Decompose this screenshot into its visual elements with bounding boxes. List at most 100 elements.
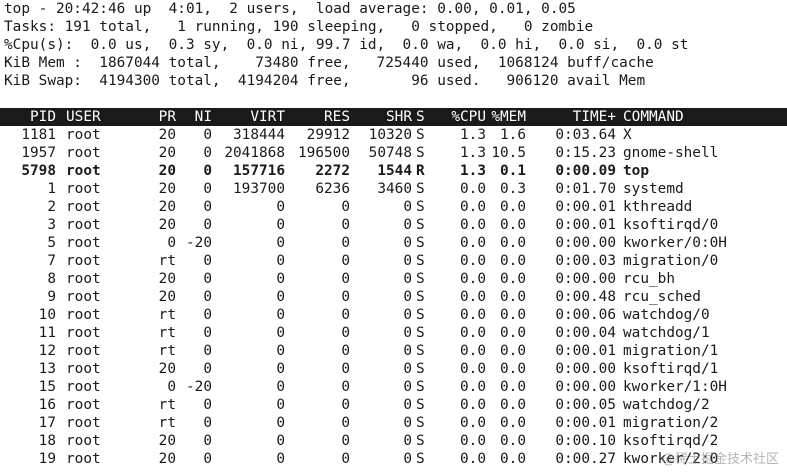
process-pr: 20 xyxy=(158,289,176,305)
process-user: root xyxy=(66,433,101,449)
uptime-line: top - 20:42:46 up 4:01, 2 users, load av… xyxy=(4,1,576,17)
process-cpu: 0.0 xyxy=(460,325,486,341)
process-time: 0:00.05 xyxy=(555,397,616,413)
process-row[interactable]: 9 root 20 0 0 0 0 S 0.0 0.0 0:00.48 rcu_sched xyxy=(4,288,787,306)
process-row[interactable]: 1181 root 20 0 318444 29912 10320 S 1.3 1.6 0:03.6… xyxy=(4,126,787,144)
process-virt: 193700 xyxy=(233,181,285,197)
process-row[interactable]: 12 root rt 0 0 0 0 S 0.0 0.0 0:00.01 migration/1 xyxy=(4,342,787,360)
process-pid: 5798 xyxy=(21,163,56,179)
col-cpu[interactable]: %CPU xyxy=(434,108,486,126)
process-command: migration/0 xyxy=(623,253,719,269)
process-shr: 0 xyxy=(403,271,412,287)
process-cpu: 0.0 xyxy=(460,271,486,287)
process-res: 0 xyxy=(341,451,350,467)
process-pid: 18 xyxy=(38,433,56,449)
process-pid: 3 xyxy=(47,217,56,233)
process-user: root xyxy=(66,127,101,143)
process-res: 0 xyxy=(341,217,350,233)
process-s: S xyxy=(416,289,425,305)
process-time: 0:01.70 xyxy=(555,181,616,197)
process-s: S xyxy=(416,361,425,377)
process-pid: 10 xyxy=(38,307,56,323)
process-row[interactable]: 17 root rt 0 0 0 0 S 0.0 0.0 0:00.01 migration/2 xyxy=(4,414,787,432)
process-row[interactable]: 13 root 20 0 0 0 0 S 0.0 0.0 0:00.00 ksoftirqd/1 xyxy=(4,360,787,378)
process-mem: 0.0 xyxy=(500,415,526,431)
process-res: 0 xyxy=(341,289,350,305)
process-user: root xyxy=(66,163,101,179)
col-s[interactable]: S xyxy=(416,108,430,126)
process-row[interactable]: 15 root 0 -20 0 0 0 S 0.0 0.0 0:00.00 kworker/1:0H xyxy=(4,378,787,396)
process-s: S xyxy=(416,181,425,197)
process-shr: 0 xyxy=(403,199,412,215)
tasks-line: Tasks: 191 total, 1 running, 190 sleepin… xyxy=(4,19,594,35)
process-shr: 0 xyxy=(403,379,412,395)
process-user: root xyxy=(66,415,101,431)
process-virt: 0 xyxy=(276,325,285,341)
process-row[interactable]: 16 root rt 0 0 0 0 S 0.0 0.0 0:00.05 watchdog/2 xyxy=(4,396,787,414)
col-ni[interactable]: NI xyxy=(182,108,212,126)
process-mem: 10.5 xyxy=(491,145,526,161)
process-row[interactable]: 8 root 20 0 0 0 0 S 0.0 0.0 0:00.00 rcu_bh xyxy=(4,270,787,288)
top-terminal[interactable]: top - 20:42:46 up 4:01, 2 users, load av… xyxy=(0,0,787,468)
process-row[interactable]: 3 root 20 0 0 0 0 S 0.0 0.0 0:00.01 ksoftirqd/0 xyxy=(4,216,787,234)
process-row[interactable]: 7 root rt 0 0 0 0 S 0.0 0.0 0:00.03 migration/0 xyxy=(4,252,787,270)
process-virt: 0 xyxy=(276,379,285,395)
col-command[interactable]: COMMAND xyxy=(623,108,787,126)
process-pr: rt xyxy=(158,253,176,269)
process-time: 0:00.10 xyxy=(555,433,616,449)
process-time: 0:00.00 xyxy=(555,379,616,395)
process-shr: 0 xyxy=(403,253,412,269)
process-shr: 0 xyxy=(403,307,412,323)
process-pr: rt xyxy=(158,397,176,413)
col-res[interactable]: RES xyxy=(286,108,350,126)
process-row[interactable]: 11 root rt 0 0 0 0 S 0.0 0.0 0:00.04 watchdog/1 xyxy=(4,324,787,342)
process-command: systemd xyxy=(623,181,684,197)
process-ni: -20 xyxy=(186,379,212,395)
process-s: S xyxy=(416,235,425,251)
process-ni: 0 xyxy=(203,127,212,143)
col-shr[interactable]: SHR xyxy=(350,108,412,126)
process-virt: 157716 xyxy=(233,163,285,179)
process-mem: 0.0 xyxy=(500,307,526,323)
col-virt[interactable]: VIRT xyxy=(212,108,285,126)
process-pid: 16 xyxy=(38,397,56,413)
process-pid: 2 xyxy=(47,199,56,215)
process-row[interactable]: 1957 root 20 0 2041868 196500 50748 S 1.3 10.5 0:1… xyxy=(4,144,787,162)
process-s: S xyxy=(416,451,425,467)
process-row[interactable]: 10 root rt 0 0 0 0 S 0.0 0.0 0:00.06 watchdog/0 xyxy=(4,306,787,324)
col-time[interactable]: TIME+ xyxy=(532,108,616,126)
process-s: S xyxy=(416,415,425,431)
process-user: root xyxy=(66,253,101,269)
col-mem[interactable]: %MEM xyxy=(486,108,526,126)
process-mem: 1.6 xyxy=(500,127,526,143)
process-time: 0:00.04 xyxy=(555,325,616,341)
col-pr[interactable]: PR xyxy=(134,108,176,126)
process-user: root xyxy=(66,199,101,215)
process-virt: 0 xyxy=(276,343,285,359)
process-time: 0:00.48 xyxy=(555,289,616,305)
process-virt: 0 xyxy=(276,271,285,287)
process-pr: rt xyxy=(158,325,176,341)
process-s: S xyxy=(416,253,425,269)
process-ni: 0 xyxy=(203,451,212,467)
process-virt: 0 xyxy=(276,289,285,305)
process-pid: 9 xyxy=(47,289,56,305)
process-mem: 0.0 xyxy=(500,343,526,359)
process-row[interactable]: 5798 root 20 0 157716 2272 1544 R 1.3 0.1 0:00.09 t… xyxy=(4,162,787,180)
process-cpu: 0.0 xyxy=(460,433,486,449)
process-table-body: 1181 root 20 0 318444 29912 10320 S 1.3 1.6 0:03.6… xyxy=(4,126,787,468)
process-s: S xyxy=(416,127,425,143)
process-time: 0:15.23 xyxy=(555,145,616,161)
process-res: 196500 xyxy=(298,145,350,161)
process-virt: 0 xyxy=(276,253,285,269)
col-pid[interactable]: PID xyxy=(4,108,56,126)
process-row[interactable]: 1 root 20 0 193700 6236 3460 S 0.0 0.3 0:01.70 syst… xyxy=(4,180,787,198)
process-row[interactable]: 2 root 20 0 0 0 0 S 0.0 0.0 0:00.01 kthreadd xyxy=(4,198,787,216)
process-pid: 15 xyxy=(38,379,56,395)
process-s: R xyxy=(416,163,425,179)
process-pid: 8 xyxy=(47,271,56,287)
col-user[interactable]: USER xyxy=(66,108,136,126)
process-cpu: 0.0 xyxy=(460,199,486,215)
process-shr: 0 xyxy=(403,451,412,467)
process-row[interactable]: 5 root 0 -20 0 0 0 S 0.0 0.0 0:00.00 kworker/0:0H xyxy=(4,234,787,252)
